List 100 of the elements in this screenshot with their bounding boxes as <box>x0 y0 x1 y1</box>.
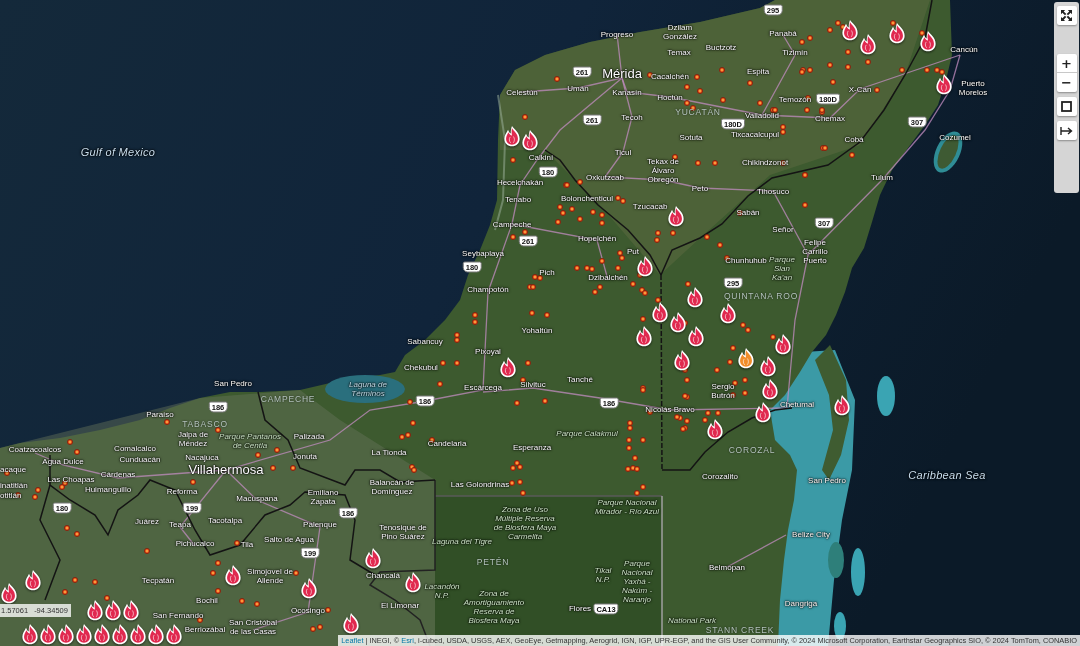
region-label: TABASCO <box>182 419 228 429</box>
place-label: inatitlán <box>0 480 28 490</box>
place-label: Chetumal <box>779 399 815 409</box>
map-tool-button[interactable] <box>1056 121 1077 140</box>
flame-marker-icon[interactable] <box>93 623 111 645</box>
flame-marker-icon[interactable] <box>636 255 654 277</box>
region-label: QUINTANA ROO <box>723 291 799 301</box>
park-label: Parque Nacional Yaxhá - Nakúm - Naranjo <box>620 558 654 604</box>
place-label: San Pedro <box>214 378 252 388</box>
place-label: Dzibalchén <box>588 272 628 282</box>
flame-marker-icon[interactable] <box>39 623 57 645</box>
flame-marker-icon[interactable] <box>673 349 691 371</box>
flame-marker-icon[interactable] <box>129 623 147 645</box>
park-label: National Park <box>668 615 716 625</box>
place-label: Yohaltún <box>521 325 553 335</box>
map-tool-button[interactable] <box>1056 97 1077 116</box>
flame-marker-icon[interactable] <box>737 347 755 369</box>
flame-marker-icon[interactable] <box>686 286 704 308</box>
flame-marker-icon[interactable] <box>104 599 122 621</box>
place-label: Cacalchén <box>651 71 689 81</box>
flame-marker-icon[interactable] <box>754 401 772 423</box>
flame-marker-icon[interactable] <box>774 333 792 355</box>
flame-marker-icon[interactable] <box>86 599 104 621</box>
place-label: Comalcalco <box>114 443 156 453</box>
flame-marker-icon[interactable] <box>404 571 422 593</box>
flame-marker-icon[interactable] <box>300 577 318 599</box>
flame-marker-icon[interactable] <box>521 129 539 151</box>
place-label: Bochil <box>196 595 218 605</box>
flame-marker-icon[interactable] <box>919 30 937 52</box>
place-label: Sergio Butrón <box>710 382 736 400</box>
flame-marker-icon[interactable] <box>147 623 165 645</box>
place-label: Temozón <box>778 94 812 104</box>
park-label: Tikal N.P. <box>593 566 613 584</box>
flame-marker-icon[interactable] <box>667 205 685 227</box>
place-label: acaque <box>0 464 27 474</box>
flame-marker-icon[interactable] <box>669 311 687 333</box>
zoom-out-button[interactable]: − <box>1056 73 1077 92</box>
place-label: Seybaplaya <box>462 248 504 258</box>
place-label: Ticul <box>614 147 632 157</box>
flame-marker-icon[interactable] <box>122 599 140 621</box>
place-label: Tekax de Álvaro Obregón <box>646 156 680 184</box>
flame-marker-icon[interactable] <box>111 623 129 645</box>
region-label: PETÉN <box>476 557 510 567</box>
flame-marker-icon[interactable] <box>499 356 517 378</box>
zoom-in-button[interactable]: + <box>1056 54 1077 73</box>
place-label: Teapa <box>169 519 191 529</box>
place-label: Jonuta <box>293 451 317 461</box>
flame-marker-icon[interactable] <box>57 623 75 645</box>
fullscreen-icon <box>1061 10 1072 21</box>
place-label: Tila <box>240 539 254 549</box>
place-label: Cunduacán <box>119 454 161 464</box>
flame-marker-icon[interactable] <box>342 612 360 634</box>
flame-marker-icon[interactable] <box>503 125 521 147</box>
place-label: Las Choapas <box>47 474 95 484</box>
place-label: Berriozábal <box>184 624 226 634</box>
place-label: Put <box>627 246 639 256</box>
place-label: Sabancuy <box>407 336 443 346</box>
flame-marker-icon[interactable] <box>888 22 906 44</box>
flame-marker-icon[interactable] <box>224 564 242 586</box>
place-label: Palenque <box>303 519 337 529</box>
place-label: Tixcacalcupul <box>730 129 780 139</box>
place-label: Calkiní <box>528 152 554 162</box>
flame-marker-icon[interactable] <box>75 623 93 645</box>
place-label: Tacotalpa <box>207 515 243 525</box>
flame-marker-icon[interactable] <box>719 302 737 324</box>
fullscreen-button[interactable] <box>1056 6 1077 25</box>
flame-marker-icon[interactable] <box>761 378 779 400</box>
place-label: Palizada <box>293 431 325 441</box>
flame-marker-icon[interactable] <box>651 301 669 323</box>
park-label: Zona de Uso Múltiple Reserva de Biosfera Maya Carmelita <box>492 505 558 541</box>
city-label: Mérida <box>602 65 642 81</box>
flame-marker-icon[interactable] <box>859 33 877 55</box>
place-label: Cozumel <box>939 132 971 142</box>
flame-marker-icon[interactable] <box>706 418 724 440</box>
place-label: otitlán <box>0 490 22 500</box>
place-label: Felipe Carrillo Puerto <box>801 237 829 265</box>
place-label: Campeche <box>492 219 532 229</box>
place-label: Kanasín <box>612 87 642 97</box>
island <box>828 542 844 578</box>
place-label: Pixoyal <box>475 346 501 356</box>
flame-marker-icon[interactable] <box>21 623 39 645</box>
flame-marker-icon[interactable] <box>635 325 653 347</box>
place-label: El Limonar <box>380 600 420 610</box>
flame-marker-icon[interactable] <box>24 569 42 591</box>
flame-marker-icon[interactable] <box>833 394 851 416</box>
flame-marker-icon[interactable] <box>364 547 382 569</box>
flame-marker-icon[interactable] <box>687 325 705 347</box>
place-label: Hecelchakán <box>496 177 544 187</box>
flame-marker-icon[interactable] <box>165 623 183 645</box>
flame-marker-icon[interactable] <box>759 355 777 377</box>
place-label: Balancán de Domínguez <box>368 478 416 496</box>
flame-marker-icon[interactable] <box>841 19 859 41</box>
place-label: Nicolás Bravo <box>645 404 695 414</box>
region-label: COROZAL <box>728 445 776 455</box>
place-label: Bolonchenticul <box>561 193 613 203</box>
place-label: Sotuta <box>679 132 703 142</box>
place-label: X-Can <box>848 84 872 94</box>
flame-marker-icon[interactable] <box>935 73 953 95</box>
flame-marker-icon[interactable] <box>0 582 18 604</box>
place-label: San Pedro <box>808 475 846 485</box>
